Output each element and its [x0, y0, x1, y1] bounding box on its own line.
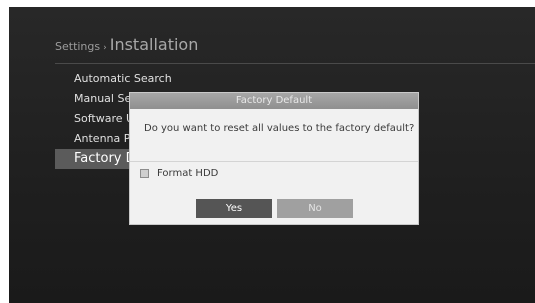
no-button[interactable]: No [277, 199, 353, 218]
format-hdd-label: Format HDD [157, 168, 219, 179]
menu-item-automatic-search[interactable]: Automatic Search [55, 69, 535, 89]
header-divider [55, 63, 535, 64]
dialog-title: Factory Default [130, 93, 418, 109]
format-hdd-option[interactable]: Format HDD [140, 168, 218, 179]
dialog-divider [130, 161, 418, 162]
breadcrumb-settings[interactable]: Settings [55, 40, 100, 53]
format-hdd-checkbox[interactable] [140, 169, 149, 178]
yes-button[interactable]: Yes [196, 199, 272, 218]
dialog-message: Do you want to reset all values to the f… [144, 123, 415, 134]
page-title: Installation [109, 35, 199, 54]
breadcrumb: Settings › Installation [55, 35, 198, 54]
factory-default-dialog: Factory Default Do you want to reset all… [129, 92, 419, 225]
breadcrumb-separator-icon: › [103, 43, 107, 53]
tv-screen: Settings › Installation Automatic Search… [9, 7, 535, 303]
